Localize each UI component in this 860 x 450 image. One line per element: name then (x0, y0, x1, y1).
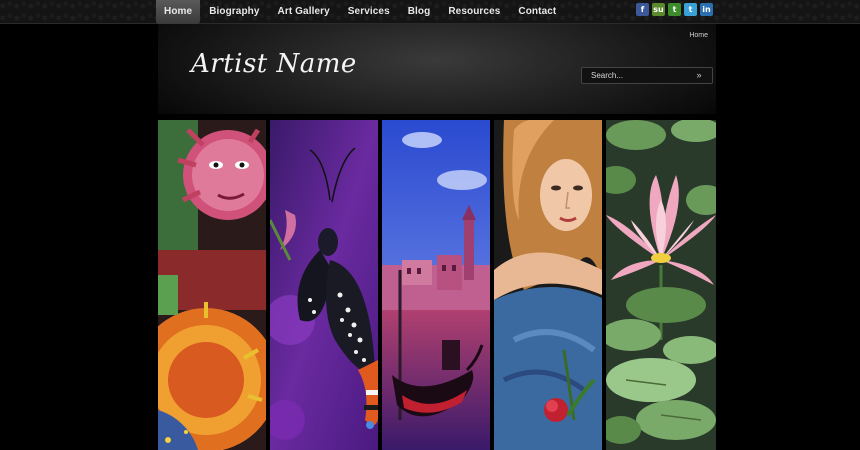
nav-contact[interactable]: Contact (509, 0, 565, 24)
twitter-icon[interactable]: t (684, 3, 697, 16)
sun-mosaic-artwork (158, 120, 266, 450)
stumbleupon-icon[interactable]: su (652, 3, 665, 16)
nav-biography[interactable]: Biography (200, 0, 268, 24)
main-nav: Home Biography Art Gallery Services Blog… (156, 0, 565, 24)
venice-gondola-artwork (382, 120, 490, 450)
search-submit-button[interactable]: » (690, 69, 708, 82)
site-logo[interactable]: Artist Name (191, 49, 357, 79)
breadcrumb[interactable]: Home (689, 32, 708, 39)
site-header: Home Artist Name » (158, 24, 716, 114)
gallery-panel-butterfly[interactable] (270, 120, 378, 450)
butterfly-artwork (270, 120, 378, 450)
nav-blog[interactable]: Blog (399, 0, 440, 24)
gallery-panel-water-lily[interactable] (606, 120, 716, 450)
water-lily-artwork (606, 120, 716, 450)
search-box: » (581, 67, 713, 84)
art-gallery-strip (158, 120, 716, 450)
search-input[interactable] (582, 68, 690, 83)
nav-services[interactable]: Services (339, 0, 399, 24)
top-bar: Home Biography Art Gallery Services Blog… (0, 0, 860, 24)
gallery-panel-portrait[interactable] (494, 120, 602, 450)
portrait-artwork (494, 120, 602, 450)
social-links: f su t t in (636, 3, 713, 16)
gallery-panel-venice-gondola[interactable] (382, 120, 490, 450)
nav-home[interactable]: Home (156, 0, 201, 24)
nav-resources[interactable]: Resources (439, 0, 509, 24)
facebook-icon[interactable]: f (636, 3, 649, 16)
linkedin-icon[interactable]: in (700, 3, 713, 16)
technorati-icon[interactable]: t (668, 3, 681, 16)
gallery-panel-sun-mosaic[interactable] (158, 120, 266, 450)
nav-art-gallery[interactable]: Art Gallery (269, 0, 339, 24)
